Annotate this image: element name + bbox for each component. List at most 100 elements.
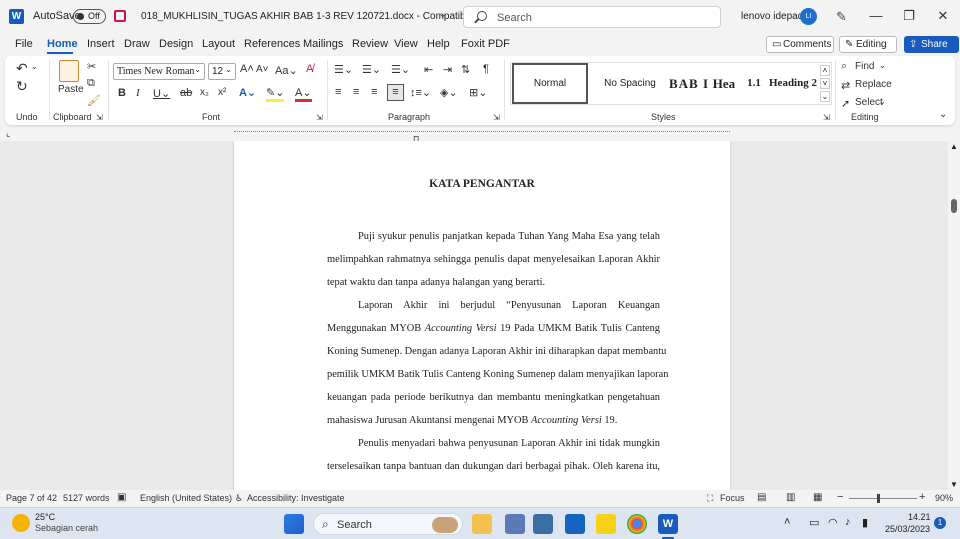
weather-desc[interactable]: Sebagian cerah — [35, 523, 98, 533]
bold-icon[interactable]: B — [118, 87, 126, 99]
print-layout-icon[interactable]: ▥ — [786, 492, 795, 503]
taskbar-search[interactable]: ⌕ Search — [313, 513, 463, 535]
styles-launcher-icon[interactable]: ⇲ — [823, 113, 830, 122]
paragraph-launcher-icon[interactable]: ⇲ — [493, 113, 500, 122]
find-dropdown-icon[interactable]: ⌄ — [879, 61, 886, 70]
ruler-scale[interactable] — [234, 131, 730, 138]
share-button[interactable]: ⇪ Share — [904, 36, 959, 53]
accessibility-status[interactable]: Accessibility: Investigate — [247, 493, 345, 503]
zoom-out-icon[interactable]: − — [837, 491, 843, 503]
editing-mode-button[interactable]: ✎Editing ⌄ — [839, 36, 897, 65]
battery-icon[interactable]: ▮ — [862, 516, 868, 529]
bullets-icon[interactable]: ☰⌄ — [334, 63, 353, 76]
grow-font-icon[interactable]: A˄ — [240, 63, 254, 75]
underline-icon[interactable]: U⌄ — [153, 87, 170, 100]
font-name-select[interactable]: Times New Roman ⌄ — [113, 63, 205, 80]
tab-view[interactable]: View — [394, 38, 418, 50]
styles-scroll-down-icon[interactable]: ˅ — [820, 78, 830, 89]
notification-badge[interactable]: 1 — [934, 517, 946, 529]
chevron-up-icon[interactable]: ˄ — [784, 516, 790, 528]
borders-icon[interactable]: ⊞⌄ — [469, 86, 487, 99]
windows-start-icon[interactable] — [284, 514, 304, 534]
multilevel-list-icon[interactable]: ☰⌄ — [391, 63, 410, 76]
zoom-level[interactable]: 90% — [935, 493, 953, 503]
word-count[interactable]: 5127 words — [63, 493, 110, 503]
italic-icon[interactable]: I — [136, 87, 140, 99]
sort-icon[interactable]: ⇅ — [461, 63, 470, 76]
close-icon[interactable]: ✕ — [936, 8, 950, 24]
font-launcher-icon[interactable]: ⇲ — [316, 113, 323, 122]
tab-review[interactable]: Review — [352, 38, 388, 50]
clock-date[interactable]: 25/03/2023 — [885, 524, 930, 534]
tab-selector-icon[interactable]: ⌞ — [6, 128, 10, 139]
strikethrough-icon[interactable]: ab — [180, 87, 192, 99]
show-formatting-icon[interactable]: ¶ — [483, 63, 489, 75]
decrease-indent-icon[interactable]: ⇤ — [424, 63, 433, 76]
read-mode-icon[interactable]: ▤ — [757, 492, 766, 503]
font-size-select[interactable]: 12 ⌄ — [208, 63, 236, 80]
network-icon[interactable]: ▭ — [809, 516, 819, 529]
numbering-icon[interactable]: ☰⌄ — [362, 63, 381, 76]
document-page[interactable]: KATA PENGANTAR Puji syukur penulis panja… — [234, 141, 730, 490]
volume-icon[interactable]: ♪ — [845, 516, 851, 528]
styles-scroll-up-icon[interactable]: ˄ — [820, 65, 830, 76]
copy-icon[interactable]: ⧉ — [87, 77, 95, 90]
zoom-in-icon[interactable]: + — [919, 491, 925, 503]
style-no-spacing[interactable]: No Spacing — [592, 63, 668, 104]
find-label[interactable]: Find — [855, 61, 874, 72]
collapse-ribbon-icon[interactable]: ⌄ — [939, 109, 947, 120]
wifi-icon[interactable]: ◠ — [828, 516, 838, 529]
save-icon[interactable] — [114, 10, 126, 22]
minimize-icon[interactable]: — — [869, 8, 883, 23]
weather-temp[interactable]: 25°C — [35, 512, 55, 522]
clipboard-launcher-icon[interactable]: ⇲ — [96, 113, 103, 122]
file-explorer-icon[interactable] — [472, 514, 492, 534]
zoom-slider-thumb[interactable] — [877, 494, 880, 503]
user-name[interactable]: lenovo idepad — [741, 11, 803, 22]
scroll-down-icon[interactable]: ▼ — [950, 480, 958, 489]
autosave-toggle[interactable]: Off — [73, 9, 106, 24]
select-dropdown-icon[interactable]: ⌄ — [879, 97, 886, 106]
tab-draw[interactable]: Draw — [124, 38, 150, 50]
paste-label[interactable]: Paste — [58, 84, 84, 95]
justify-icon[interactable]: ≡ — [387, 84, 404, 101]
text-effects-icon[interactable]: A⌄ — [239, 86, 256, 99]
change-case-icon[interactable]: Aa⌄ — [275, 64, 298, 77]
tab-home[interactable]: Home — [47, 38, 78, 50]
undo-icon[interactable]: ↶ — [16, 60, 28, 77]
word-taskbar-icon[interactable]: W — [658, 514, 678, 534]
mail-icon[interactable] — [565, 514, 585, 534]
page-indicator[interactable]: Page 7 of 42 — [6, 493, 57, 503]
chrome-icon[interactable] — [627, 514, 647, 534]
tab-foxit-pdf[interactable]: Foxit PDF — [461, 38, 510, 50]
language[interactable]: English (United States) — [140, 493, 232, 503]
tab-mailings[interactable]: Mailings — [303, 38, 343, 50]
tab-file[interactable]: File — [15, 38, 33, 50]
weather-icon[interactable] — [12, 514, 30, 532]
avatar[interactable]: LI — [800, 8, 817, 25]
search-box[interactable]: Search — [463, 6, 721, 28]
line-spacing-icon[interactable]: ↕≡⌄ — [410, 86, 431, 99]
replace-label[interactable]: Replace — [855, 79, 892, 90]
replace-icon[interactable]: ⇄ — [841, 79, 850, 92]
zoom-slider[interactable] — [849, 498, 917, 499]
find-icon[interactable]: ⌕ — [841, 60, 847, 73]
web-layout-icon[interactable]: ▦ — [813, 492, 822, 503]
redo-icon[interactable]: ↻ — [16, 78, 28, 95]
style-heading-1[interactable]: Hea — [710, 63, 738, 104]
tab-design[interactable]: Design — [159, 38, 193, 50]
clock-time[interactable]: 14.21 — [908, 512, 931, 522]
tab-references[interactable]: References — [244, 38, 300, 50]
clear-formatting-icon[interactable]: A̸ — [306, 63, 313, 75]
proofing-icon[interactable]: ▣ — [117, 492, 126, 503]
vertical-scrollbar[interactable]: ▲ ▼ — [948, 141, 960, 490]
increase-indent-icon[interactable]: ⇥ — [443, 63, 452, 76]
scrollbar-thumb[interactable] — [951, 199, 957, 213]
tab-layout[interactable]: Layout — [202, 38, 235, 50]
comments-button[interactable]: ▭ Comments — [766, 36, 834, 53]
app-icon[interactable] — [505, 514, 525, 534]
document-title[interactable]: 018_MUKHLISIN_TUGAS AKHIR BAB 1-3 REV 12… — [141, 11, 508, 22]
sticky-notes-icon[interactable] — [596, 514, 616, 534]
undo-dropdown-icon[interactable]: ⌄ — [31, 62, 38, 71]
style-1-1[interactable]: 1.1 — [743, 63, 765, 104]
